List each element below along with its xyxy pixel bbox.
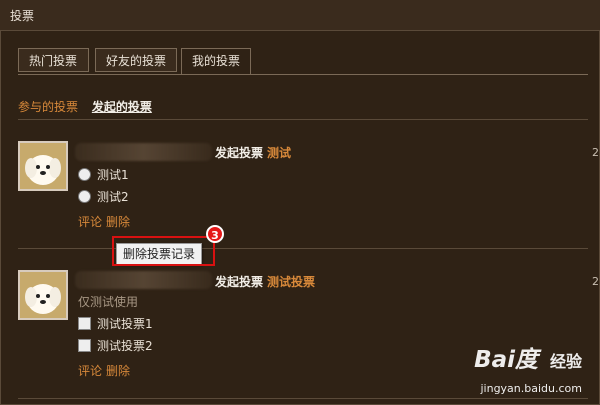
- poll-option[interactable]: 测试1: [78, 167, 129, 183]
- window-titlebar: 投票: [0, 0, 600, 31]
- comment-link[interactable]: 评论: [78, 364, 102, 378]
- annotation-highlight-box: [112, 236, 215, 266]
- avatar[interactable]: [18, 141, 68, 191]
- right-edge-digit: 2: [592, 146, 599, 159]
- poll-option[interactable]: 测试2: [78, 189, 129, 205]
- tab-underline: [18, 74, 588, 75]
- right-edge-digit: 2: [592, 275, 599, 288]
- radio-button[interactable]: [78, 168, 91, 181]
- poll-actions: 评论 删除: [78, 213, 130, 230]
- poll-option[interactable]: 测试投票1: [78, 316, 153, 332]
- checkbox[interactable]: [78, 317, 91, 330]
- poll-option-label: 测试投票2: [97, 339, 153, 353]
- poll-divider: [18, 248, 588, 249]
- poll-title-link[interactable]: 测试: [267, 146, 291, 160]
- poll-option-label: 测试1: [97, 168, 129, 182]
- tab-my-polls[interactable]: 我的投票: [181, 48, 251, 75]
- subtab-participated[interactable]: 参与的投票: [18, 100, 78, 114]
- checkbox[interactable]: [78, 339, 91, 352]
- delete-link[interactable]: 删除: [106, 364, 130, 378]
- poll-action-text: 发起投票: [215, 146, 264, 160]
- poll-action-text: 发起投票: [215, 275, 264, 289]
- poll-divider: [18, 398, 588, 399]
- poll-option-label: 测试投票1: [97, 317, 153, 331]
- sub-navigation: 参与的投票 发起的投票: [18, 98, 152, 115]
- blurred-username: [75, 271, 212, 289]
- tab-friends-polls[interactable]: 好友的投票: [95, 48, 177, 72]
- delete-link[interactable]: 删除: [106, 215, 130, 229]
- comment-link[interactable]: 评论: [78, 215, 102, 229]
- radio-button[interactable]: [78, 190, 91, 203]
- watermark-url: jingyan.baidu.com: [480, 382, 582, 395]
- puppy-avatar-icon: [20, 143, 66, 189]
- tab-hot-polls[interactable]: 热门投票: [18, 48, 89, 72]
- poll-option-label: 测试2: [97, 190, 129, 204]
- poll-headline: 发起投票 测试投票: [215, 273, 315, 290]
- baidu-jingyan-watermark: Bai度 经验 jingyan.baidu.com: [442, 340, 582, 395]
- blurred-username: [75, 143, 212, 161]
- jingyan-brand: 经验: [549, 352, 582, 371]
- poll-description: 仅测试使用: [78, 295, 139, 309]
- poll-actions: 评论 删除: [78, 362, 130, 379]
- window-title: 投票: [10, 9, 35, 23]
- subtab-created[interactable]: 发起的投票: [92, 100, 152, 114]
- avatar[interactable]: [18, 270, 68, 320]
- poll-title-link[interactable]: 测试投票: [267, 275, 315, 289]
- poll-option[interactable]: 测试投票2: [78, 338, 153, 354]
- section-divider: [18, 119, 588, 120]
- poll-headline: 发起投票 测试: [215, 144, 291, 161]
- step-badge: 3: [206, 225, 224, 243]
- baidu-logo: Bai度: [474, 347, 538, 373]
- puppy-avatar-icon: [20, 272, 66, 318]
